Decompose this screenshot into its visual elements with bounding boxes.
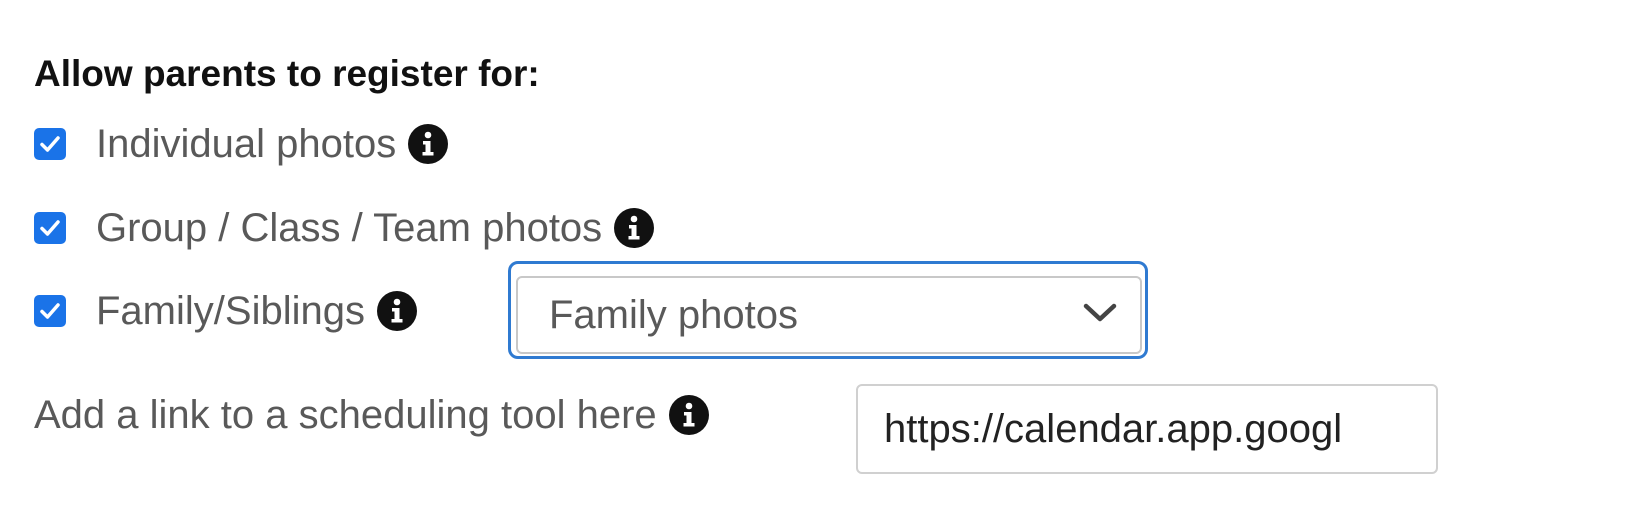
individual-photos-checkbox[interactable] [34, 128, 66, 160]
family-siblings-checkbox[interactable] [34, 295, 66, 327]
info-icon[interactable] [408, 124, 449, 164]
select-value: Family photos [549, 292, 798, 337]
checkmark-icon [40, 303, 60, 319]
info-icon[interactable] [614, 208, 655, 248]
section-heading: Allow parents to register for: [34, 53, 540, 94]
checkmark-icon [40, 136, 60, 152]
individual-photos-label: Individual photos [96, 122, 397, 166]
option-group-photos: Group / Class / Team photos [34, 203, 655, 253]
checkmark-icon [40, 220, 60, 236]
option-family-siblings: Family/Siblings [34, 286, 417, 336]
scheduling-link-label: Add a link to a scheduling tool here [34, 392, 657, 437]
group-photos-checkbox[interactable] [34, 212, 66, 244]
option-individual-photos: Individual photos [34, 119, 449, 169]
info-icon[interactable] [376, 291, 417, 331]
info-icon[interactable] [668, 395, 709, 435]
family-siblings-label: Family/Siblings [96, 289, 365, 333]
chevron-down-icon [1082, 302, 1118, 329]
group-photos-label: Group / Class / Team photos [96, 206, 603, 250]
scheduling-link-input[interactable] [856, 384, 1438, 474]
scheduling-link-row: Add a link to a scheduling tool here [34, 388, 709, 442]
family-photos-select[interactable]: Family photos [516, 276, 1142, 354]
